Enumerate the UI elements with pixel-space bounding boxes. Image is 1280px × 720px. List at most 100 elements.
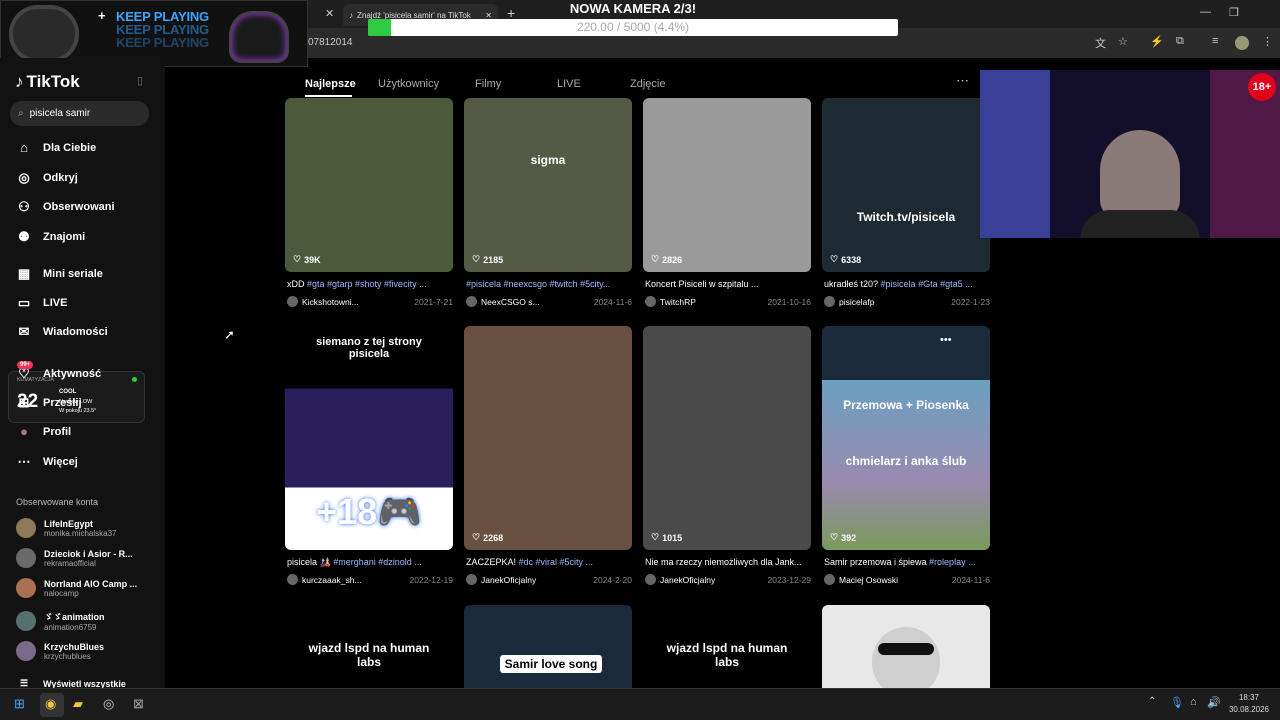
more-options-icon[interactable]: ⋯ <box>956 73 969 89</box>
close-tab-icon[interactable]: ✕ <box>325 7 334 20</box>
content-tab-0[interactable]: Najlepsze <box>305 78 356 90</box>
video-thumbnail[interactable]: Samir love song <box>464 605 632 688</box>
account-name: Norrland AIO Camp ... <box>44 578 138 589</box>
like-count-value: 89 <box>304 532 315 543</box>
content-tab-3[interactable]: LIVE <box>557 78 581 90</box>
profile-avatar[interactable] <box>1235 36 1249 50</box>
sidebar-item-2[interactable]: ⚇ Obserwowani <box>15 199 155 215</box>
video-description[interactable]: #pisicela #neexcsgo #twitch #5city... <box>466 279 632 289</box>
author-name[interactable]: TwitchRP <box>660 297 764 307</box>
author-name[interactable]: kurczaaak_sh... <box>302 575 406 585</box>
author-name[interactable]: Maciej Osowski <box>839 575 948 585</box>
video-thumbnail[interactable]: Przemowa + Piosenka chmielarz i anka ślub… <box>822 326 990 550</box>
description-text: ZACZEPKA! <box>466 557 519 567</box>
minimize-icon[interactable]: — <box>1200 6 1211 18</box>
content-tab-2[interactable]: Filmy <box>475 78 501 90</box>
tray-chevron-icon[interactable]: ⌃ <box>1148 696 1156 707</box>
translate-icon[interactable]: 文 <box>1095 35 1106 51</box>
description-hashtags[interactable]: #pisicela #neexcsgo #twitch #5city... <box>466 279 610 289</box>
video-thumbnail[interactable]: ♡ 39K <box>285 98 453 272</box>
thumbnail-caption: siemano z tej strony pisicela <box>316 336 422 360</box>
author-name[interactable]: JanekOficjalny <box>481 575 589 585</box>
network-icon[interactable]: ⌂ <box>1190 696 1197 708</box>
post-date: 2022-12-19 <box>409 574 453 585</box>
menu-kebab-icon[interactable]: ⋮ <box>1262 35 1273 48</box>
headset-image <box>9 5 79 63</box>
app-icon[interactable]: ⊠ <box>133 696 144 712</box>
sidebar-item-4[interactable]: ▦ Mini seriale <box>15 266 155 282</box>
extension-icon[interactable]: ⚡ <box>1150 35 1164 48</box>
account-text: Norrland AIO Camp ... nalocamp <box>44 579 137 598</box>
video-thumbnail[interactable]: ♡ 1015 <box>643 326 811 550</box>
video-thumbnail[interactable]: sigma ♡ 2185 <box>464 98 632 272</box>
followed-account[interactable]: LifeInEgypt monika.michalska37 <box>16 518 161 538</box>
search-input[interactable]: ⌕ pisicela samir <box>10 101 149 126</box>
promo-overlay: + KEEP PLAYING KEEP PLAYING KEEP PLAYING <box>0 0 308 67</box>
restore-icon[interactable]: ❐ <box>1229 6 1239 19</box>
description-hashtags[interactable]: #gta #gtarp #shoty #fivecity ... <box>307 279 427 289</box>
post-date: 2024-2-20 <box>593 574 632 585</box>
video-description[interactable]: ZACZEPKA! #dc #viral #5city ... <box>466 557 632 567</box>
collapse-sidebar-icon[interactable]: ▯ <box>137 74 143 87</box>
author-name[interactable]: pisicelafp <box>839 297 947 307</box>
more-dots-icon: ••• <box>940 334 952 346</box>
content-tab-4[interactable]: Zdjęcie <box>630 78 665 90</box>
video-description[interactable]: Samir przemowa i śpiewa #roleplay ... <box>824 557 990 567</box>
followed-account[interactable]: Dzieciok i Asior - R... rekramaofficial <box>16 548 161 568</box>
video-description[interactable]: pisicela 🎎 #merghani #dzinold ... <box>287 557 453 568</box>
volume-icon[interactable]: 🔊 <box>1207 696 1221 709</box>
description-text: ukradłeś t20? <box>824 279 881 289</box>
author-name[interactable]: NeexCSGO s... <box>481 297 590 307</box>
description-hashtags[interactable]: #merghani #dzinold ... <box>333 557 422 567</box>
more-icon: ⋯ <box>17 454 31 469</box>
sidebar-item-1[interactable]: ◎ Odkryj <box>15 170 155 186</box>
sidebar-item-8[interactable]: ⊞ Prześlij <box>15 395 155 411</box>
description-hashtags[interactable]: #roleplay ... <box>929 557 976 567</box>
video-thumbnail[interactable]: Twitch.tv/pisicela ♡ 6338 <box>822 98 990 272</box>
clock-date[interactable]: 30.08.2026 <box>1228 705 1270 714</box>
camera-goal-bar: 220.00 / 5000 (4.4%) <box>368 19 898 36</box>
sidebar-item-3[interactable]: ⚉ Znajomi <box>15 229 155 245</box>
video-thumbnail[interactable]: wjazd lspd na human labs <box>285 605 453 688</box>
content-tab-1[interactable]: Użytkownicy <box>378 78 439 90</box>
mic-icon[interactable]: 🎙 <box>1170 696 1184 709</box>
author-name[interactable]: JanekOficjalny <box>660 575 764 585</box>
video-description[interactable]: Nie ma rzeczy niemożliwych dla Jank... <box>645 557 811 567</box>
media-icon[interactable]: ≡ <box>1212 35 1218 47</box>
bookmark-star-icon[interactable]: ☆ <box>1118 35 1128 48</box>
video-thumbnail[interactable]: ♡ 2268 <box>464 326 632 550</box>
video-description[interactable]: xDD #gta #gtarp #shoty #fivecity ... <box>287 279 453 289</box>
account-name: ゞゞanimation <box>44 612 105 622</box>
folder-icon[interactable]: ▰ <box>73 696 83 712</box>
home-icon: ⌂ <box>20 140 28 155</box>
compass-icon: ◎ <box>18 170 30 185</box>
followed-account[interactable]: ゞゞanimation animation6759 <box>16 610 161 632</box>
description-hashtags[interactable]: #pisicela #Gta #gta5 ... <box>881 279 973 289</box>
followed-accounts-header: Obserwowane konta <box>16 497 99 507</box>
video-thumbnail[interactable]: siemano z tej strony pisicela +18🎮 ♡ 89 <box>285 326 453 550</box>
clock-time[interactable]: 18:37 <box>1231 693 1267 702</box>
upload-icon: ⊞ <box>18 395 30 410</box>
followed-account[interactable]: KrzychuBlues krzychublues <box>16 641 161 661</box>
video-description[interactable]: Koncert Pisiceli w szpitalu ... <box>645 279 811 289</box>
followed-account[interactable]: Norrland AIO Camp ... nalocamp <box>16 578 161 598</box>
sidebar-item-0[interactable]: ⌂ Dla Ciebie <box>15 140 155 155</box>
url-text[interactable]: 07812014 <box>308 37 353 48</box>
sidebar-item-7[interactable]: ♡ Aktywność 99+ <box>15 361 155 382</box>
video-thumbnail[interactable]: ♡ 2826 <box>643 98 811 272</box>
description-hashtags[interactable]: #dc #viral #5city ... <box>519 557 594 567</box>
extensions-puzzle-icon[interactable]: ⧉ <box>1176 35 1184 48</box>
sidebar-item-9[interactable]: ● Profil <box>15 424 155 439</box>
author-name[interactable]: Kickshotowni... <box>302 297 410 307</box>
tiktok-logo[interactable]: ♪ TikTok <box>15 72 80 92</box>
sidebar-item-5[interactable]: ▭ LIVE <box>15 295 155 311</box>
windows-start-icon[interactable]: ⊞ <box>14 696 25 712</box>
sidebar-item-6[interactable]: ✉ Wiadomości <box>15 324 155 340</box>
obs-icon[interactable]: ◎ <box>103 696 114 712</box>
tiktok-note-icon: ♪ <box>15 72 24 91</box>
video-thumbnail[interactable]: wjazd lspd na human labs <box>643 605 811 688</box>
sidebar-item-10[interactable]: ⋯ Więcej <box>15 454 155 470</box>
video-description[interactable]: ukradłeś t20? #pisicela #Gta #gta5 ... <box>824 279 990 289</box>
video-thumbnail[interactable] <box>822 605 990 688</box>
following-icon: ⚇ <box>18 199 30 214</box>
